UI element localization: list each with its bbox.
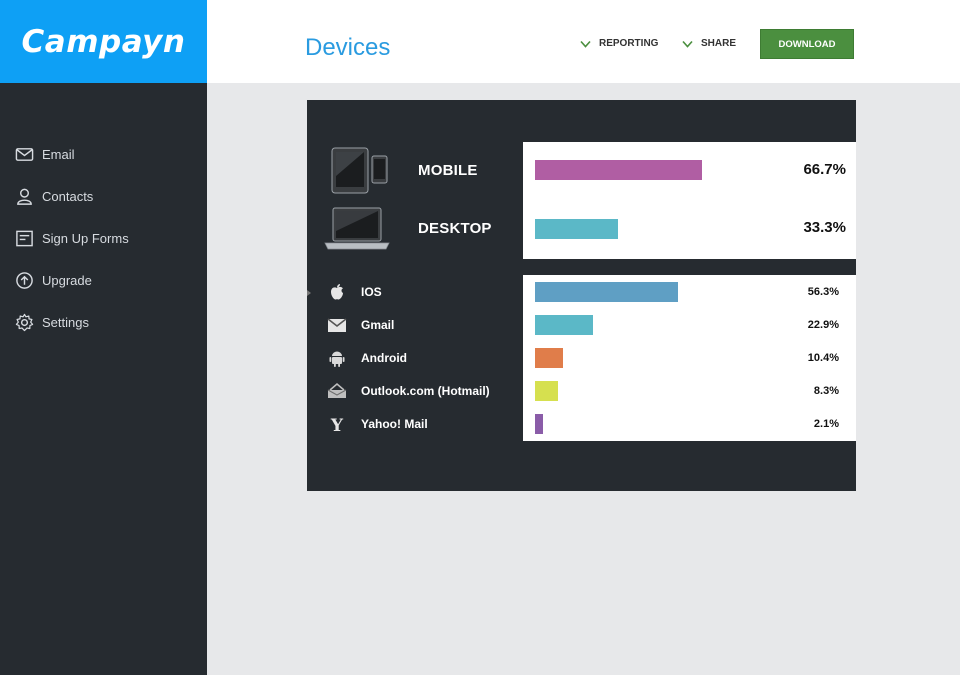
laptop-icon xyxy=(324,207,390,250)
sidebar-item-label: Sign Up Forms xyxy=(42,230,129,246)
tablet-phone-icon xyxy=(331,147,388,194)
percent-outlook: 8.3% xyxy=(813,385,839,397)
form-icon xyxy=(16,230,33,246)
panel-pointer xyxy=(307,290,311,296)
percent-desktop: 33.3% xyxy=(803,219,846,236)
yahoo-icon: Y xyxy=(330,416,344,434)
brand-name: Campayn xyxy=(21,23,186,60)
outlook-icon xyxy=(327,382,347,398)
bar-desktop xyxy=(535,219,618,239)
percent-android: 10.4% xyxy=(807,352,839,364)
sidebar-item-upgrade[interactable]: Upgrade xyxy=(0,259,207,301)
client-label-yahoo: Yahoo! Mail xyxy=(361,417,428,431)
percent-ios: 56.3% xyxy=(807,286,839,298)
percent-yahoo: 2.1% xyxy=(813,418,839,430)
devices-panel: MOBILE DESKTOP 66.7% 33.3% Y IOS Gmail A… xyxy=(307,100,856,491)
sidebar-item-contacts[interactable]: Contacts xyxy=(0,175,207,217)
gmail-icon xyxy=(327,318,347,332)
sidebar-item-label: Upgrade xyxy=(42,272,92,288)
android-icon xyxy=(329,351,345,367)
percent-gmail: 22.9% xyxy=(807,319,839,331)
download-button[interactable]: DOWNLOAD xyxy=(760,29,854,59)
reporting-label: REPORTING xyxy=(599,38,659,49)
sidebar-item-sign-up-forms[interactable]: Sign Up Forms xyxy=(0,217,207,259)
client-label-gmail: Gmail xyxy=(361,318,395,332)
bar-android xyxy=(535,348,563,368)
sidebar-item-label: Email xyxy=(42,146,75,162)
share-dropdown[interactable]: SHARE xyxy=(682,38,736,49)
sidebar-item-email[interactable]: Email xyxy=(0,133,207,175)
bar-gmail xyxy=(535,315,593,335)
brand-logo[interactable]: Campayn xyxy=(0,0,207,83)
sidebar: Email Contacts Sign Up Forms Upgrade Set… xyxy=(0,83,207,675)
gear-icon xyxy=(15,313,34,331)
page-title: Devices xyxy=(305,34,391,61)
bar-outlook xyxy=(535,381,558,401)
bar-ios xyxy=(535,282,678,302)
client-label-ios: IOS xyxy=(361,285,382,299)
svg-text:Y: Y xyxy=(330,416,344,434)
envelope-icon xyxy=(15,147,34,161)
chevron-down-icon xyxy=(580,40,591,48)
share-label: SHARE xyxy=(701,38,737,49)
sidebar-nav: Email Contacts Sign Up Forms Upgrade Set… xyxy=(0,133,207,343)
sidebar-item-settings[interactable]: Settings xyxy=(0,301,207,343)
client-chart: 56.3% 22.9% 10.4% 8.3% 2.1% xyxy=(523,275,856,441)
platform-label-desktop: DESKTOP xyxy=(418,220,492,237)
person-icon xyxy=(17,188,32,205)
bar-mobile xyxy=(535,160,702,180)
reporting-dropdown[interactable]: REPORTING xyxy=(580,38,658,49)
client-label-outlook: Outlook.com (Hotmail) xyxy=(361,384,490,398)
platform-chart: 66.7% 33.3% xyxy=(523,142,856,259)
bar-yahoo xyxy=(535,414,543,434)
chevron-down-icon xyxy=(682,40,693,48)
percent-mobile: 66.7% xyxy=(803,161,846,178)
apple-icon xyxy=(331,284,343,300)
upgrade-arrow-icon xyxy=(16,271,33,289)
client-label-android: Android xyxy=(361,351,407,365)
page-header: Devices REPORTING SHARE DOWNLOAD xyxy=(207,0,960,83)
sidebar-item-label: Contacts xyxy=(42,188,94,204)
platform-label-mobile: MOBILE xyxy=(418,162,478,179)
sidebar-item-label: Settings xyxy=(42,314,89,330)
